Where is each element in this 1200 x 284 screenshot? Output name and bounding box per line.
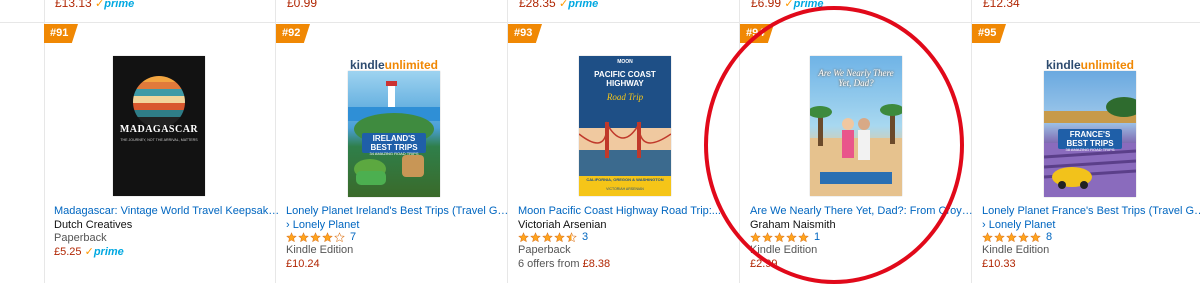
- product-format[interactable]: Kindle Edition: [982, 244, 1049, 256]
- product-card-91: #91 MADAGASCAR THE JOURNEY, NOT THE ARRI…: [44, 23, 280, 283]
- book-cover-ireland[interactable]: IRELAND'S BEST TRIPS 34 AMAZING ROAD TRI…: [348, 71, 440, 197]
- product-title-link[interactable]: Madagascar: Vintage World Travel Keepsak…: [54, 205, 280, 217]
- product-author: Dutch Creatives: [54, 219, 133, 231]
- author-link[interactable]: › Lonely Planet: [286, 219, 359, 231]
- cover-subtitle: 34 AMAZING ROAD TRIPS: [369, 151, 419, 156]
- star-icon: [554, 231, 565, 242]
- cover-subtitle: 38 AMAZING ROAD TRIPS: [1065, 147, 1115, 152]
- prime-check-icon: ✓: [84, 246, 94, 258]
- star-icon: [1018, 231, 1029, 242]
- product-card-95: #95 kindleunlimited FRANCE'S BEST TRIPS …: [972, 23, 1200, 283]
- prev-price-5: £12.34: [983, 0, 1020, 10]
- offers-text: 6 offers from: [518, 258, 580, 270]
- prime-logo: prime: [104, 0, 135, 10]
- review-count-link[interactable]: 3: [582, 231, 588, 243]
- cover-title: FRANCE'S BEST TRIPS: [1058, 129, 1122, 149]
- star-icon: [542, 231, 553, 242]
- product-card-92: #92 kindleunlimited IRELAND'S BEST TRIPS…: [276, 23, 512, 283]
- star-rating[interactable]: 1: [750, 231, 820, 243]
- cover-script: Road Trip: [606, 92, 644, 102]
- rank-badge: #95: [972, 24, 1006, 43]
- prev-price-3: £28.35 ✓prime: [519, 0, 599, 10]
- product-author: Graham Naismith: [750, 219, 836, 231]
- prime-check-icon: ✓: [559, 0, 569, 10]
- star-icon: [798, 231, 809, 242]
- star-icon: [518, 231, 529, 242]
- product-author: Victoriah Arsenian: [518, 219, 607, 231]
- product-title-link[interactable]: Lonely Planet France's Best Trips (Trave…: [982, 205, 1200, 217]
- product-title-link[interactable]: Lonely Planet Ireland's Best Trips (Trav…: [286, 205, 512, 217]
- star-icon: [1030, 231, 1041, 242]
- cover-title: MADAGASCAR: [119, 124, 199, 135]
- product-format[interactable]: Paperback: [54, 232, 107, 244]
- cover-brand: MOON: [617, 59, 633, 65]
- star-icon: [286, 231, 297, 242]
- star-icon: [298, 231, 309, 242]
- review-count-link[interactable]: 1: [814, 231, 820, 243]
- prime-check-icon: ✓: [95, 0, 105, 10]
- prime-check-icon: ✓: [784, 0, 794, 10]
- product-price[interactable]: £2.99: [750, 258, 778, 270]
- star-icon: [530, 231, 541, 242]
- star-icon: [786, 231, 797, 242]
- product-title-link[interactable]: Are We Nearly There Yet, Dad?: From Croy…: [750, 205, 976, 217]
- prime-logo: prime: [793, 0, 824, 10]
- star-icon: [994, 231, 1005, 242]
- star-icon: [566, 231, 577, 242]
- star-icon: [310, 231, 321, 242]
- star-icon: [334, 231, 345, 242]
- prime-logo: prime: [568, 0, 599, 10]
- review-count-link[interactable]: 7: [350, 231, 356, 243]
- rank-badge: #94: [740, 24, 774, 43]
- star-icon: [762, 231, 773, 242]
- previous-row-strip: £13.13 ✓prime £0.99 £28.35 ✓prime £6.99 …: [0, 0, 1200, 22]
- product-price[interactable]: £10.33: [982, 258, 1016, 270]
- product-card-94: #94 Are We Nearly There Yet, Dad? Are We…: [740, 23, 976, 283]
- book-cover-pacific-coast[interactable]: MOON PACIFIC COAST HIGHWAY Road Trip CAL…: [579, 56, 671, 196]
- product-price: £8.38: [582, 258, 611, 270]
- star-rating[interactable]: 8: [982, 231, 1052, 243]
- product-format[interactable]: Kindle Edition: [286, 244, 353, 256]
- star-icon: [322, 231, 333, 242]
- cover-subtitle: CALIFORNIA, OREGON & WASHINGTON: [586, 177, 664, 182]
- rank-badge: #93: [508, 24, 542, 43]
- prev-price-2: £0.99: [287, 0, 318, 10]
- author-link[interactable]: › Lonely Planet: [982, 219, 1055, 231]
- product-card-93: #93 MOON PACIFIC COAST HIGHWAY Road Trip…: [508, 23, 739, 283]
- prev-price-1: £13.13 ✓prime: [55, 0, 135, 10]
- prev-price-4: £6.99 ✓prime: [751, 0, 824, 10]
- price-line: £5.25 ✓prime: [54, 245, 124, 258]
- review-count-link[interactable]: 8: [1046, 231, 1052, 243]
- book-cover-madagascar[interactable]: MADAGASCAR THE JOURNEY, NOT THE ARRIVAL,…: [113, 56, 205, 196]
- rank-badge: #91: [44, 24, 78, 43]
- cover-title: PACIFIC COAST HIGHWAY: [594, 70, 656, 88]
- product-price[interactable]: £10.24: [286, 258, 320, 270]
- star-icon: [750, 231, 761, 242]
- rank-badge: #92: [276, 24, 310, 43]
- product-price[interactable]: £5.25: [54, 246, 82, 258]
- cover-author: VICTORIAH ARSENIAN: [606, 187, 644, 191]
- star-icon: [774, 231, 785, 242]
- book-cover-nearly-there[interactable]: Are We Nearly There Yet, Dad?: [810, 56, 902, 196]
- product-format[interactable]: Paperback: [518, 244, 571, 256]
- offers-line[interactable]: 6 offers from £8.38: [518, 258, 610, 270]
- star-rating[interactable]: 3: [518, 231, 588, 243]
- product-format[interactable]: Kindle Edition: [750, 244, 817, 256]
- cover-title: IRELAND'S BEST TRIPS: [362, 133, 426, 153]
- star-icon: [982, 231, 993, 242]
- star-rating[interactable]: 7: [286, 231, 356, 243]
- cover-title: Are We Nearly There Yet, Dad?: [818, 68, 894, 88]
- prime-logo: prime: [93, 246, 124, 258]
- product-title-link[interactable]: Moon Pacific Coast Highway Road Trip:...: [518, 205, 744, 217]
- book-cover-france[interactable]: FRANCE'S BEST TRIPS 38 AMAZING ROAD TRIP…: [1044, 71, 1136, 197]
- star-icon: [1006, 231, 1017, 242]
- cover-subtitle: THE JOURNEY, NOT THE ARRIVAL, MATTERS: [120, 138, 198, 142]
